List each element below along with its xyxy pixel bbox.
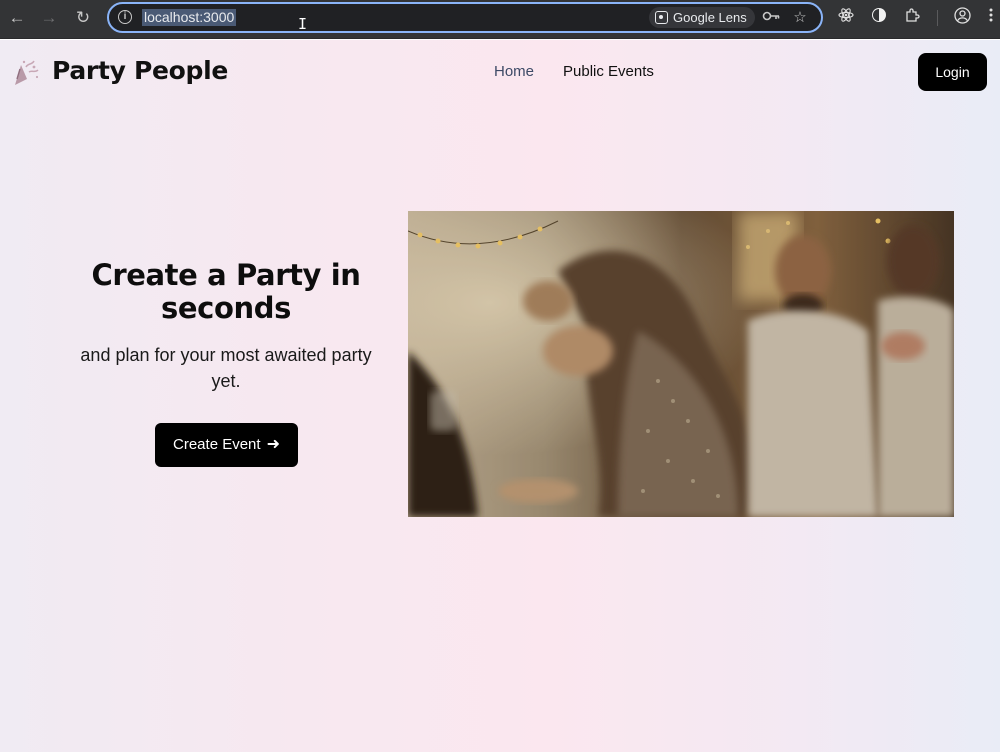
create-event-label: Create Event <box>173 436 261 453</box>
site-header: Party People Home Public Events Login <box>0 40 1000 106</box>
google-lens-icon <box>655 11 668 24</box>
forward-arrow-icon[interactable]: → <box>38 7 60 29</box>
nav-home-link[interactable]: Home <box>494 63 534 80</box>
password-key-icon[interactable] <box>761 8 781 28</box>
arrow-right-icon: ➜ <box>266 436 280 453</box>
info-icon[interactable]: i <box>118 10 132 24</box>
extensions-puzzle-icon[interactable] <box>901 7 923 29</box>
profile-icon[interactable] <box>951 7 973 29</box>
bookmark-star-icon[interactable]: ☆ <box>790 8 810 28</box>
party-popper-logo-icon[interactable] <box>12 57 40 87</box>
hero-subtitle: and plan for your most awaited party yet… <box>80 345 372 391</box>
nav-public-events-link[interactable]: Public Events <box>563 63 654 80</box>
back-arrow-icon[interactable]: ← <box>6 7 28 29</box>
page: Party People Home Public Events Login Cr… <box>0 40 1000 752</box>
hero-party-image <box>408 211 954 517</box>
brand-name[interactable]: Party People <box>52 56 228 85</box>
google-lens-button[interactable]: Google Lens <box>649 7 755 28</box>
hero-title: Create a Party in seconds <box>91 258 361 325</box>
extension-circle-icon[interactable] <box>868 7 890 29</box>
url-text[interactable]: localhost:3000 <box>142 9 237 26</box>
google-lens-label: Google Lens <box>673 10 747 25</box>
address-bar[interactable]: i localhost:3000 Google Lens ☆ <box>107 2 823 33</box>
create-event-button[interactable]: Create Event ➜ <box>155 423 298 467</box>
reload-icon[interactable]: ↻ <box>72 7 94 29</box>
login-button[interactable]: Login <box>918 53 987 91</box>
text-cursor-icon: I <box>298 15 308 33</box>
toolbar-divider <box>937 10 938 26</box>
react-devtools-icon[interactable] <box>835 7 857 29</box>
browser-toolbar: ← → ↻ i localhost:3000 Google Lens ☆ I <box>0 0 1000 39</box>
menu-kebab-icon[interactable] <box>980 7 1000 29</box>
